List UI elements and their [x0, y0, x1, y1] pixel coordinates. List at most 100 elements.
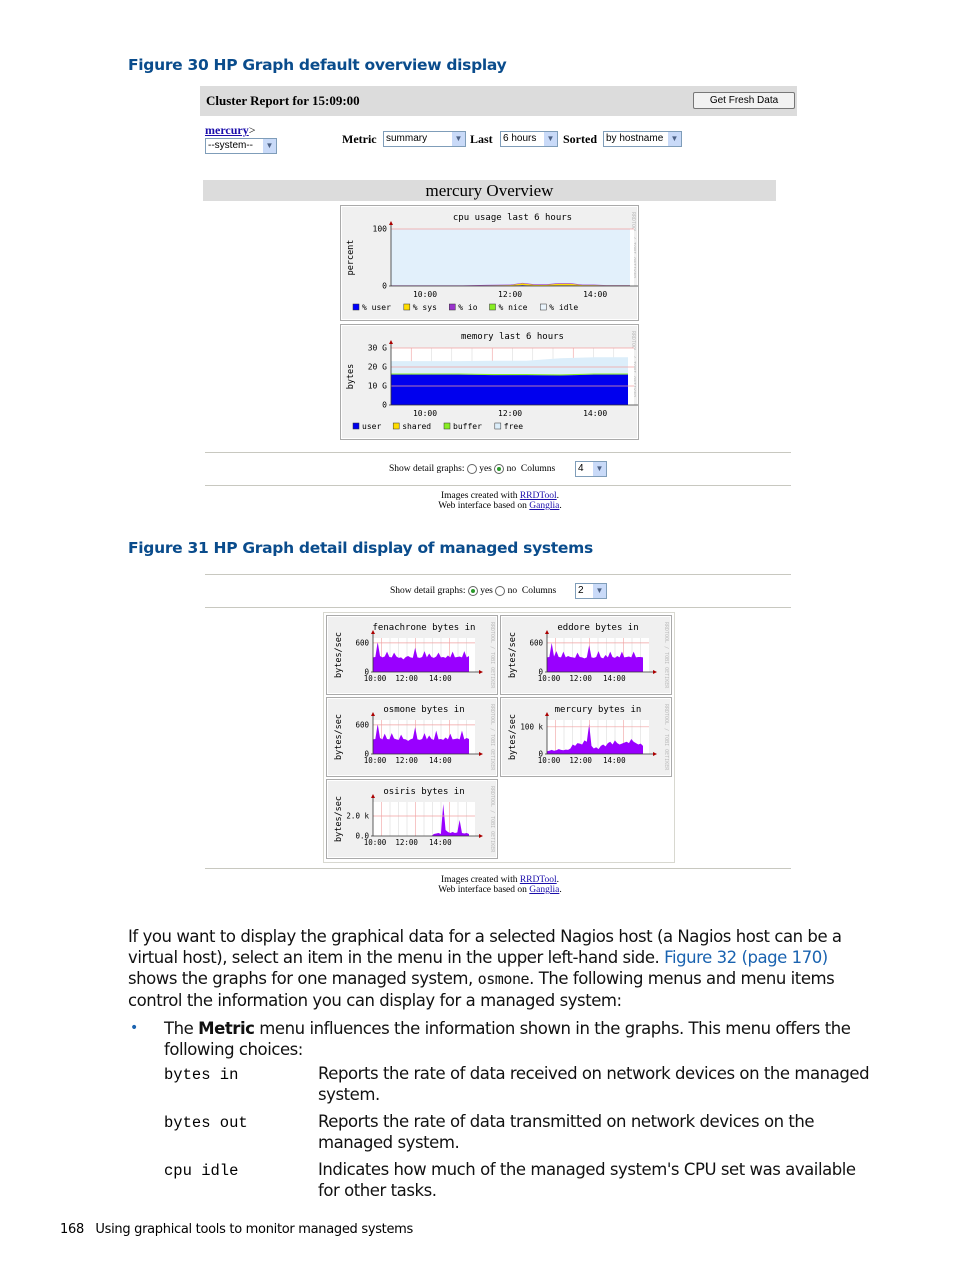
last-label: Last — [470, 132, 493, 146]
x-tick-label: 14:00 — [429, 756, 452, 765]
chart-title: osmone bytes in — [383, 705, 464, 715]
detail-yes-label: yes — [480, 586, 493, 597]
columns-label: Columns — [521, 586, 557, 597]
x-tick-label: 12:00 — [395, 674, 418, 683]
legend-label: shared — [402, 422, 431, 431]
x-tick-label: 10:00 — [364, 756, 387, 765]
detail-yes-radio[interactable] — [466, 464, 477, 474]
x-axis-arrow — [653, 670, 657, 674]
x-tick-label: 12:00 — [569, 674, 592, 683]
columns-select[interactable]: 2 ▼ — [575, 583, 607, 599]
section-title: Using graphical tools to monitor managed… — [95, 1222, 414, 1237]
get-fresh-data-button[interactable]: Get Fresh Data — [693, 92, 795, 109]
x-tick-label: 14:00 — [583, 290, 607, 299]
x-tick-label: 10:00 — [538, 756, 561, 765]
chevron-down-icon: ▼ — [544, 132, 557, 146]
mercury-bytes-in-chart: mercury bytes in bytes/sec RRDTOOL / TOBI … — [508, 704, 669, 771]
osiris-bytes-in-chart: osiris bytes in bytes/sec RRDTOOL / TOBI O… — [334, 786, 495, 853]
columns-select-value: 2 — [578, 585, 584, 596]
legend-label: % user — [362, 303, 391, 312]
detail-no-radio[interactable] — [495, 586, 506, 596]
detail-no-label: no — [506, 464, 517, 475]
memory-chart: memory last 6 hoursbytesRRDTOOL / TOBI O… — [346, 331, 642, 431]
legend-swatch — [449, 303, 456, 311]
columns-select-value: 4 — [578, 463, 584, 474]
metric-select[interactable]: summary ▼ — [383, 131, 466, 147]
legend-label: % idle — [549, 303, 578, 312]
legend-swatch — [494, 422, 502, 430]
y-axis-label: bytes/sec — [334, 632, 344, 678]
osmone-bytes-in-chart: osmone bytes in bytes/sec RRDTOOL / TOBI O… — [334, 704, 495, 771]
last-select-value: 6 hours — [503, 133, 537, 144]
chevron-down-icon: ▼ — [593, 462, 606, 476]
host-breadcrumb: mercury> — [205, 123, 256, 138]
divider — [205, 868, 791, 869]
host-graph-osiris[interactable]: osiris bytes in bytes/sec RRDTOOL / TOBI O… — [326, 779, 498, 859]
ganglia-link[interactable]: Ganglia — [529, 501, 559, 511]
legend-label: free — [504, 422, 523, 431]
last-select[interactable]: 6 hours ▼ — [500, 131, 558, 147]
memory-graph-panel[interactable]: memory last 6 hoursbytesRRDTOOL / TOBI O… — [340, 324, 642, 440]
host-link-mercury[interactable]: mercury — [205, 123, 249, 137]
y-axis-label: bytes/sec — [334, 714, 344, 760]
credits: Images created with RRDTool. Web interfa… — [438, 491, 562, 511]
chart-title: osiris bytes in — [383, 787, 464, 797]
detail-yes-radio[interactable] — [467, 586, 478, 596]
sorted-select[interactable]: by hostname ▼ — [603, 131, 682, 147]
rrdtool-watermark: RRDTOOL / TOBI OETIKER — [489, 622, 495, 689]
metric-select-value: summary — [386, 133, 428, 144]
detail-graphs-controls: Show detail graphs: yes no Columns — [389, 464, 555, 474]
idle-area — [391, 229, 630, 286]
y-axis-label: bytes — [346, 364, 356, 390]
rrdtool-watermark: RRDTOOL / TOBI OETIKER — [489, 786, 495, 853]
y-tick-label: 20 G — [368, 363, 387, 372]
metric-bullet-text: The Metric menu influences the informati… — [164, 1019, 851, 1059]
columns-select[interactable]: 4 ▼ — [575, 461, 607, 477]
host-graph-mercury[interactable]: mercury bytes in bytes/sec RRDTOOL / TOBI … — [500, 697, 672, 777]
overview-title: mercury Overview — [203, 180, 776, 201]
y-tick-label: 10 G — [368, 382, 387, 391]
y-axis-label: percent — [346, 240, 356, 276]
host-graph-eddore[interactable]: eddore bytes in bytes/sec RRDTOOL / TOBI O… — [500, 615, 672, 695]
detail-no-radio[interactable] — [494, 464, 505, 474]
page-number: 168 — [60, 1222, 84, 1237]
credits: Images created with RRDTool. Web interfa… — [438, 875, 562, 895]
legend-swatch — [489, 303, 496, 311]
x-tick-label: 12:00 — [395, 838, 418, 847]
cpu-graph-panel[interactable]: cpu usage last 6 hourspercentRRDTOOL / T… — [340, 205, 642, 321]
x-tick-label: 10:00 — [413, 290, 437, 299]
system-select[interactable]: --system-- ▼ — [205, 138, 277, 154]
x-axis-arrow — [479, 834, 483, 838]
x-tick-label: 14:00 — [603, 674, 626, 683]
rrdtool-watermark: RRDTOOL / TOBI OETIKER — [663, 704, 669, 771]
legend-swatch — [352, 303, 360, 311]
figure-32-link[interactable]: Figure 32 (page 170) — [664, 948, 828, 967]
chevron-down-icon: ▼ — [668, 132, 681, 146]
legend-swatch — [443, 422, 451, 430]
x-axis-arrow — [479, 752, 483, 756]
x-axis-arrow — [653, 752, 657, 756]
y-axis-arrow — [371, 794, 375, 798]
definition-term: bytes in — [164, 1066, 239, 1084]
x-tick-label: 10:00 — [413, 409, 437, 418]
x-tick-label: 10:00 — [538, 674, 561, 683]
host-graph-osmone[interactable]: osmone bytes in bytes/sec RRDTOOL / TOBI O… — [326, 697, 498, 777]
rrdtool-link[interactable]: RRDTool — [520, 875, 557, 885]
host-graph-fenachrone[interactable]: fenachrone bytes in bytes/sec RRDTOOL / TO… — [326, 615, 498, 695]
definition-desc: Reports the rate of data transmitted on … — [318, 1112, 815, 1152]
y-tick-label: 600 — [355, 720, 369, 729]
rrdtool-link[interactable]: RRDTool — [520, 491, 557, 501]
y-axis-arrow — [545, 712, 549, 716]
y-tick-label: 600 — [529, 638, 543, 647]
ganglia-link[interactable]: Ganglia — [529, 885, 559, 895]
y-axis-arrow — [389, 340, 393, 344]
y-axis-label: bytes/sec — [508, 632, 518, 678]
x-tick-label: 12:00 — [498, 290, 522, 299]
metric-term: Metric — [198, 1019, 255, 1038]
chart-title: cpu usage last 6 hours — [453, 213, 572, 223]
detail-graphs-label: Show detail graphs: — [389, 464, 465, 475]
legend-swatch — [352, 422, 360, 430]
legend-label: user — [362, 422, 381, 431]
breadcrumb-separator: > — [248, 123, 256, 137]
y-axis-label: bytes/sec — [508, 714, 518, 760]
